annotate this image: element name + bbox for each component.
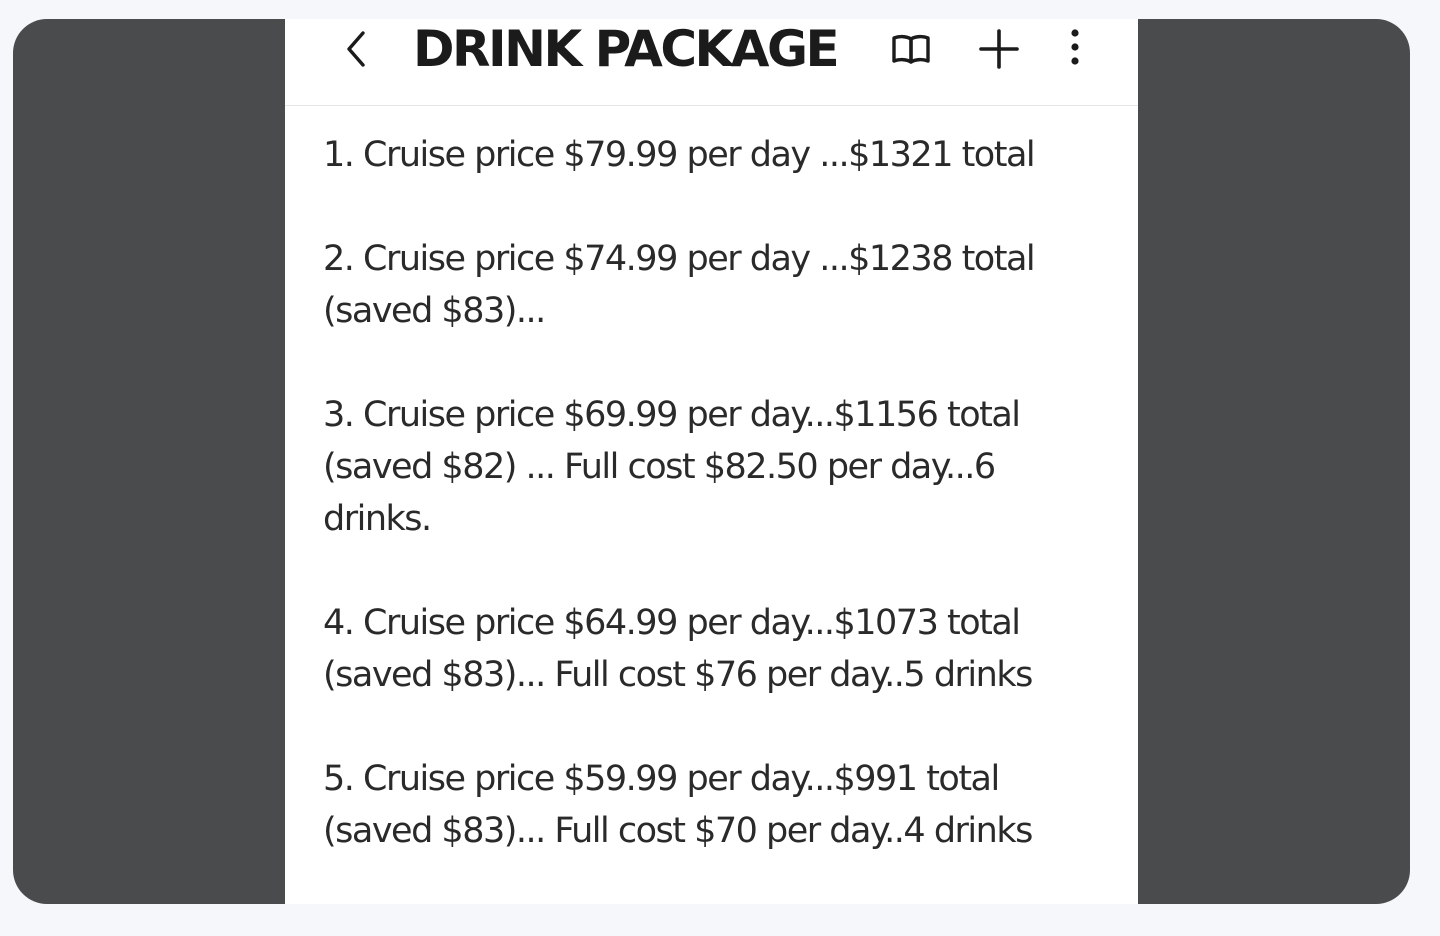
note-screen: DRINK PACKAGE 1. Cruise price $79.99 per… xyxy=(285,19,1138,904)
list-item: 5. Cruise price $59.99 per day...$991 to… xyxy=(323,759,1033,851)
more-options-button[interactable] xyxy=(1053,27,1097,71)
chevron-left-icon xyxy=(347,31,365,67)
page-title: DRINK PACKAGE xyxy=(413,20,840,78)
plus-icon xyxy=(979,29,1019,69)
more-vertical-icon xyxy=(1071,29,1079,65)
list-item: 3. Cruise price $69.99 per day...$1156 t… xyxy=(323,395,1030,539)
screenshot-frame: DRINK PACKAGE 1. Cruise price $79.99 per… xyxy=(13,19,1410,904)
open-book-icon xyxy=(892,34,930,64)
note-body[interactable]: 1. Cruise price $79.99 per day ...$1321 … xyxy=(323,129,1103,904)
reading-mode-button[interactable] xyxy=(889,27,933,71)
back-button[interactable] xyxy=(341,27,377,71)
add-button[interactable] xyxy=(977,27,1021,71)
list-item: 2. Cruise price $74.99 per day ...$1238 … xyxy=(323,239,1044,331)
app-bar: DRINK PACKAGE xyxy=(285,19,1138,106)
list-item: 4. Cruise price $64.99 per day...$1073 t… xyxy=(323,603,1033,695)
list-item: 1. Cruise price $79.99 per day ...$1321 … xyxy=(323,135,1036,175)
